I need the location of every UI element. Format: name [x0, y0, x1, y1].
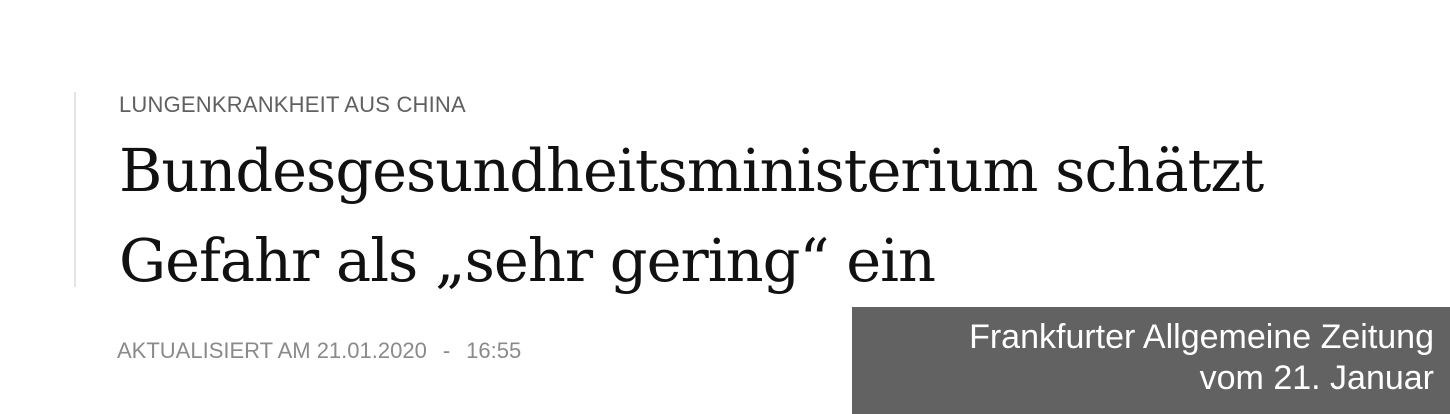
meta-separator: - [442, 338, 451, 363]
article-meta: AKTUALISIERT AM 21.01.2020-16:55 [117, 338, 521, 364]
updated-date: AKTUALISIERT AM 21.01.2020 [117, 338, 427, 363]
headline-line-1: Bundesgesundheitsministerium schätzt [119, 136, 1264, 205]
headline-line-2: Gefahr als „sehr gering“ ein [119, 226, 936, 295]
article-header: LUNGENKRANKHEIT AUS CHINA Bundesgesundhe… [74, 92, 1376, 295]
source-caption: Frankfurter Allgemeine Zeitung vom 21. J… [852, 307, 1450, 414]
updated-time: 16:55 [466, 338, 522, 363]
headline: Bundesgesundheitsministerium schätzt Gef… [119, 126, 1264, 306]
kicker: LUNGENKRANKHEIT AUS CHINA [119, 92, 466, 117]
source-caption-line-1: Frankfurter Allgemeine Zeitung [969, 318, 1434, 356]
source-caption-line-2: vom 21. Januar [1199, 359, 1434, 397]
